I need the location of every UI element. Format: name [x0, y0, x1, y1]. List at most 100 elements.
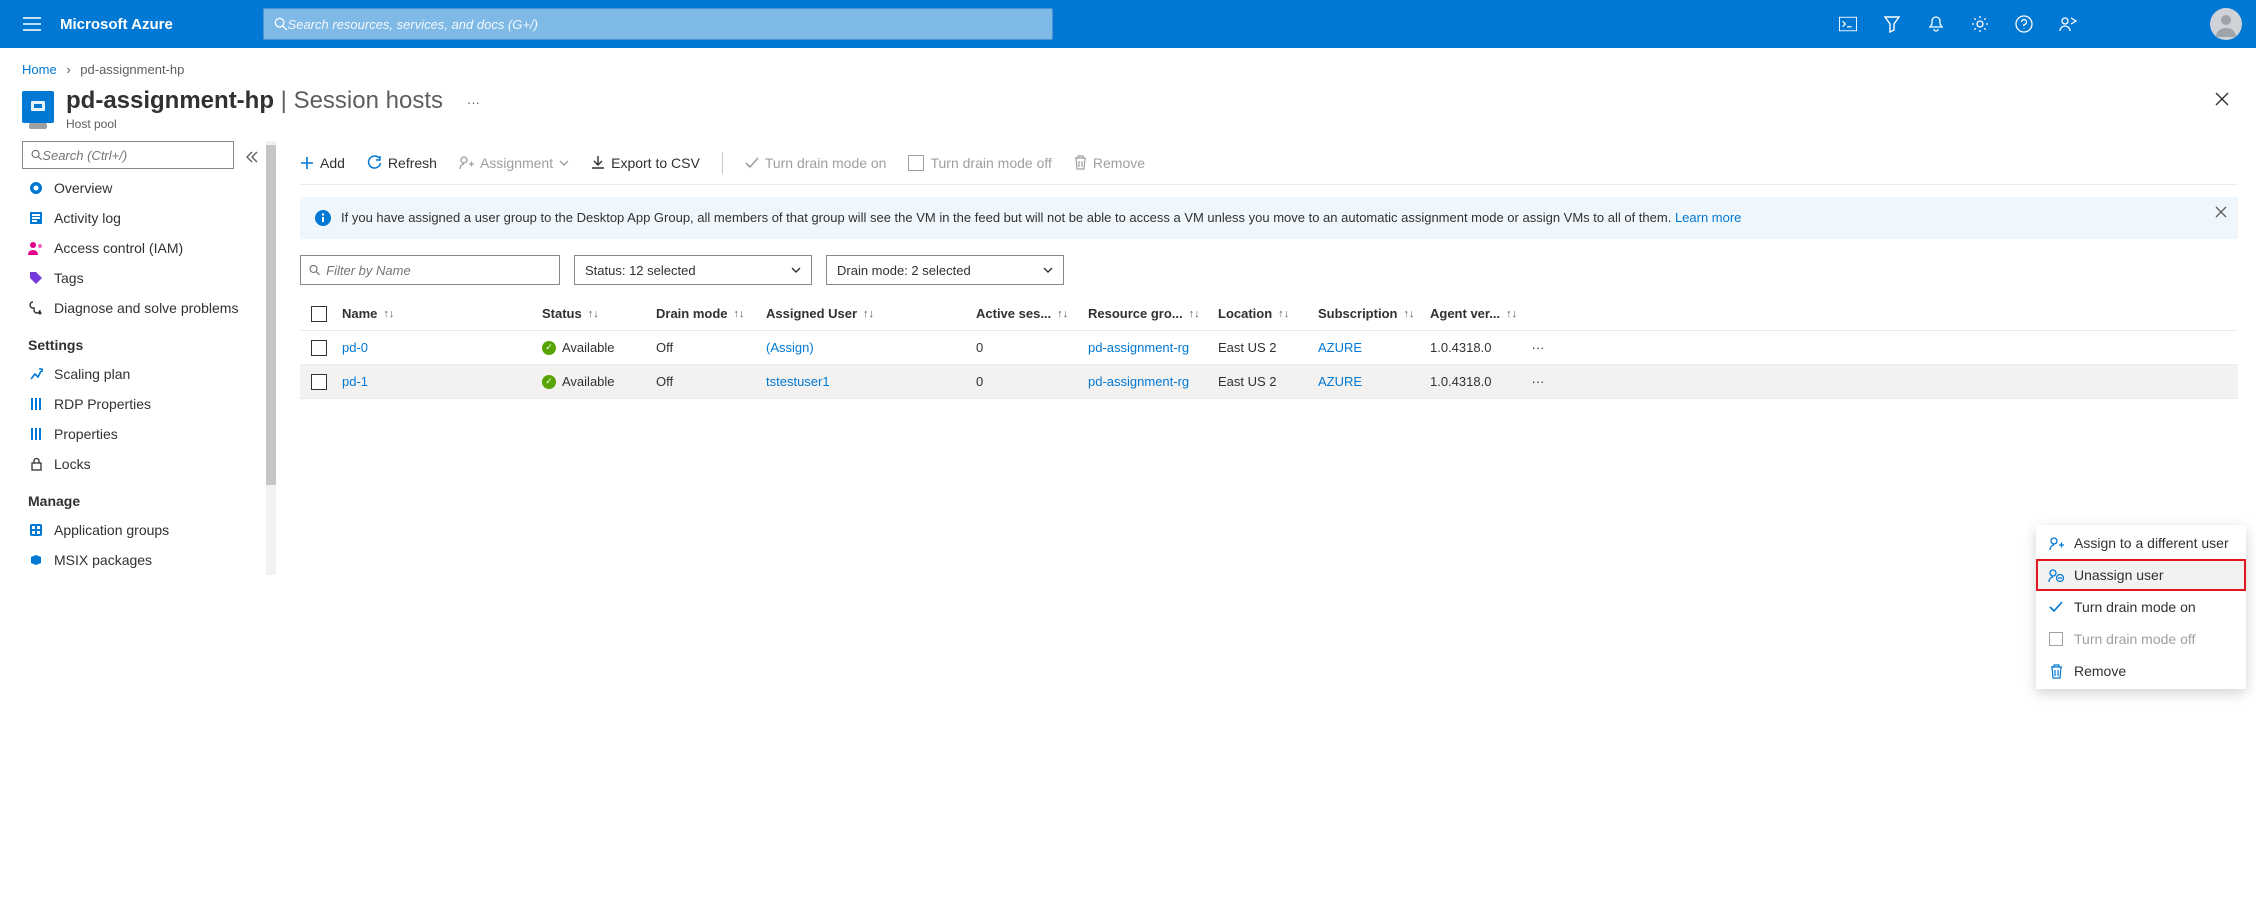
filter-drain-select[interactable]: Drain mode: 2 selected — [826, 255, 1064, 285]
close-icon — [2215, 206, 2227, 218]
col-header-drain[interactable]: Drain mode ↑↓ — [652, 306, 762, 321]
sidebar-search-input[interactable] — [42, 148, 225, 163]
sidebar-item-properties[interactable]: Properties — [22, 419, 258, 449]
ctx-assign-different-user[interactable]: Assign to a different user — [2036, 527, 2246, 559]
sort-icon: ↑↓ — [1403, 308, 1414, 320]
search-icon — [274, 17, 288, 31]
ctx-label: Turn drain mode off — [2074, 631, 2195, 647]
toolbar-assignment-button[interactable]: Assignment — [459, 155, 569, 171]
assigned-user-link[interactable]: (Assign) — [766, 340, 814, 355]
banner-learn-more-link[interactable]: Learn more — [1675, 210, 1741, 225]
scrollbar-thumb[interactable] — [266, 145, 276, 485]
col-header-resource-group[interactable]: Resource gro... ↑↓ — [1084, 306, 1214, 321]
global-search-input[interactable] — [288, 17, 1042, 32]
row-more-button[interactable]: ··· — [1522, 340, 1554, 355]
banner-close-button[interactable] — [2215, 206, 2227, 218]
toolbar-drain-off-button[interactable]: Turn drain mode off — [908, 155, 1051, 171]
sidebar-item-rdp-properties[interactable]: RDP Properties — [22, 389, 258, 419]
location-text: East US 2 — [1218, 374, 1277, 389]
toolbar: Add Refresh Assignment Export to CSV Tur… — [300, 141, 2238, 185]
filter-by-name[interactable] — [300, 255, 560, 285]
ctx-drain-on[interactable]: Turn drain mode on — [2036, 591, 2246, 623]
filter-by-name-input[interactable] — [326, 263, 551, 278]
cloud-shell-button[interactable] — [1826, 0, 1870, 48]
assigned-user-link[interactable]: tstestuser1 — [766, 374, 830, 389]
sidebar-item-label: Scaling plan — [54, 366, 130, 382]
sidebar-item-overview[interactable]: Overview — [22, 173, 258, 203]
subscription-link[interactable]: AZURE — [1318, 340, 1362, 355]
sidebar-item-application-groups[interactable]: Application groups — [22, 515, 258, 545]
status-text: Available — [562, 340, 615, 355]
directories-button[interactable] — [1870, 0, 1914, 48]
row-checkbox[interactable] — [300, 374, 338, 390]
sidebar-item-locks[interactable]: Locks — [22, 449, 258, 479]
resource-group-link[interactable]: pd-assignment-rg — [1088, 374, 1189, 389]
sidebar-item-label: MSIX packages — [54, 552, 152, 568]
toolbar-export-button[interactable]: Export to CSV — [591, 155, 700, 171]
col-header-user[interactable]: Assigned User ↑↓ — [762, 306, 972, 321]
ctx-remove[interactable]: Remove — [2036, 655, 2246, 687]
empty-checkbox-icon — [2048, 632, 2064, 646]
sidebar-item-scaling-plan[interactable]: Scaling plan — [22, 359, 258, 389]
col-header-status[interactable]: Status ↑↓ — [538, 306, 652, 321]
sort-icon: ↑↓ — [588, 308, 599, 320]
sidebar-item-activity-log[interactable]: Activity log — [22, 203, 258, 233]
refresh-icon — [367, 155, 382, 170]
table-row[interactable]: pd-1 ✓Available Off tstestuser1 0 pd-ass… — [300, 365, 2238, 399]
sidebar-item-msix-packages[interactable]: MSIX packages — [22, 545, 258, 575]
help-button[interactable] — [2002, 0, 2046, 48]
filter-status-select[interactable]: Status: 12 selected — [574, 255, 812, 285]
toolbar-add-button[interactable]: Add — [300, 155, 345, 171]
subscription-link[interactable]: AZURE — [1318, 374, 1362, 389]
account-avatar[interactable] — [2210, 8, 2242, 40]
properties-icon — [28, 426, 44, 442]
page-more-button[interactable]: ··· — [467, 95, 480, 110]
sidebar-item-diagnose[interactable]: Diagnose and solve problems — [22, 293, 258, 323]
sidebar-search[interactable] — [22, 141, 234, 169]
access-control-icon — [28, 240, 44, 256]
toolbar-drain-on-button[interactable]: Turn drain mode on — [745, 155, 887, 171]
page-close-button[interactable] — [2214, 91, 2230, 107]
status-text: Available — [562, 374, 615, 389]
agent-version: 1.0.4318.0 — [1430, 340, 1491, 355]
sidebar-scrollbar[interactable] — [266, 141, 276, 575]
col-header-location[interactable]: Location ↑↓ — [1214, 306, 1314, 321]
table-header-row: Name ↑↓ Status ↑↓ Drain mode ↑↓ Assigned… — [300, 297, 2238, 331]
sidebar-item-access-control[interactable]: Access control (IAM) — [22, 233, 258, 263]
page-title: pd-assignment-hp | Session hosts — [66, 87, 443, 115]
row-more-button[interactable]: ··· — [1522, 374, 1554, 389]
toolbar-drain-on-label: Turn drain mode on — [765, 155, 887, 171]
avatar-icon — [2213, 11, 2239, 37]
toolbar-refresh-button[interactable]: Refresh — [367, 155, 437, 171]
hamburger-menu-button[interactable] — [8, 17, 56, 31]
ctx-unassign-user[interactable]: Unassign user — [2036, 559, 2246, 591]
filter-row: Status: 12 selected Drain mode: 2 select… — [300, 255, 2238, 285]
row-checkbox[interactable] — [300, 340, 338, 356]
sidebar-collapse-button[interactable] — [246, 151, 258, 163]
host-name-link[interactable]: pd-1 — [342, 374, 368, 389]
resource-group-link[interactable]: pd-assignment-rg — [1088, 340, 1189, 355]
status-available-icon: ✓ — [542, 341, 556, 355]
host-name-link[interactable]: pd-0 — [342, 340, 368, 355]
sidebar: Overview Activity log Access control (IA… — [22, 141, 266, 575]
col-header-active[interactable]: Active ses... ↑↓ — [972, 306, 1084, 321]
col-header-subscription[interactable]: Subscription ↑↓ — [1314, 306, 1426, 321]
select-all-checkbox[interactable] — [300, 306, 338, 322]
trash-icon — [2048, 664, 2064, 679]
settings-button[interactable] — [1958, 0, 2002, 48]
ctx-label: Assign to a different user — [2074, 535, 2229, 551]
person-assign-icon — [2048, 536, 2064, 551]
feedback-button[interactable] — [2046, 0, 2090, 48]
sidebar-item-tags[interactable]: Tags — [22, 263, 258, 293]
drain-text: Off — [656, 340, 673, 355]
toolbar-remove-button[interactable]: Remove — [1074, 155, 1145, 171]
notifications-button[interactable] — [1914, 0, 1958, 48]
global-search-wrap — [263, 8, 1053, 40]
location-text: East US 2 — [1218, 340, 1277, 355]
global-search[interactable] — [263, 8, 1053, 40]
toolbar-remove-label: Remove — [1093, 155, 1145, 171]
col-header-name[interactable]: Name ↑↓ — [338, 306, 538, 321]
table-row[interactable]: pd-0 ✓Available Off (Assign) 0 pd-assign… — [300, 331, 2238, 365]
col-header-agent[interactable]: Agent ver... ↑↓ — [1426, 306, 1522, 321]
breadcrumb-home[interactable]: Home — [22, 62, 57, 77]
